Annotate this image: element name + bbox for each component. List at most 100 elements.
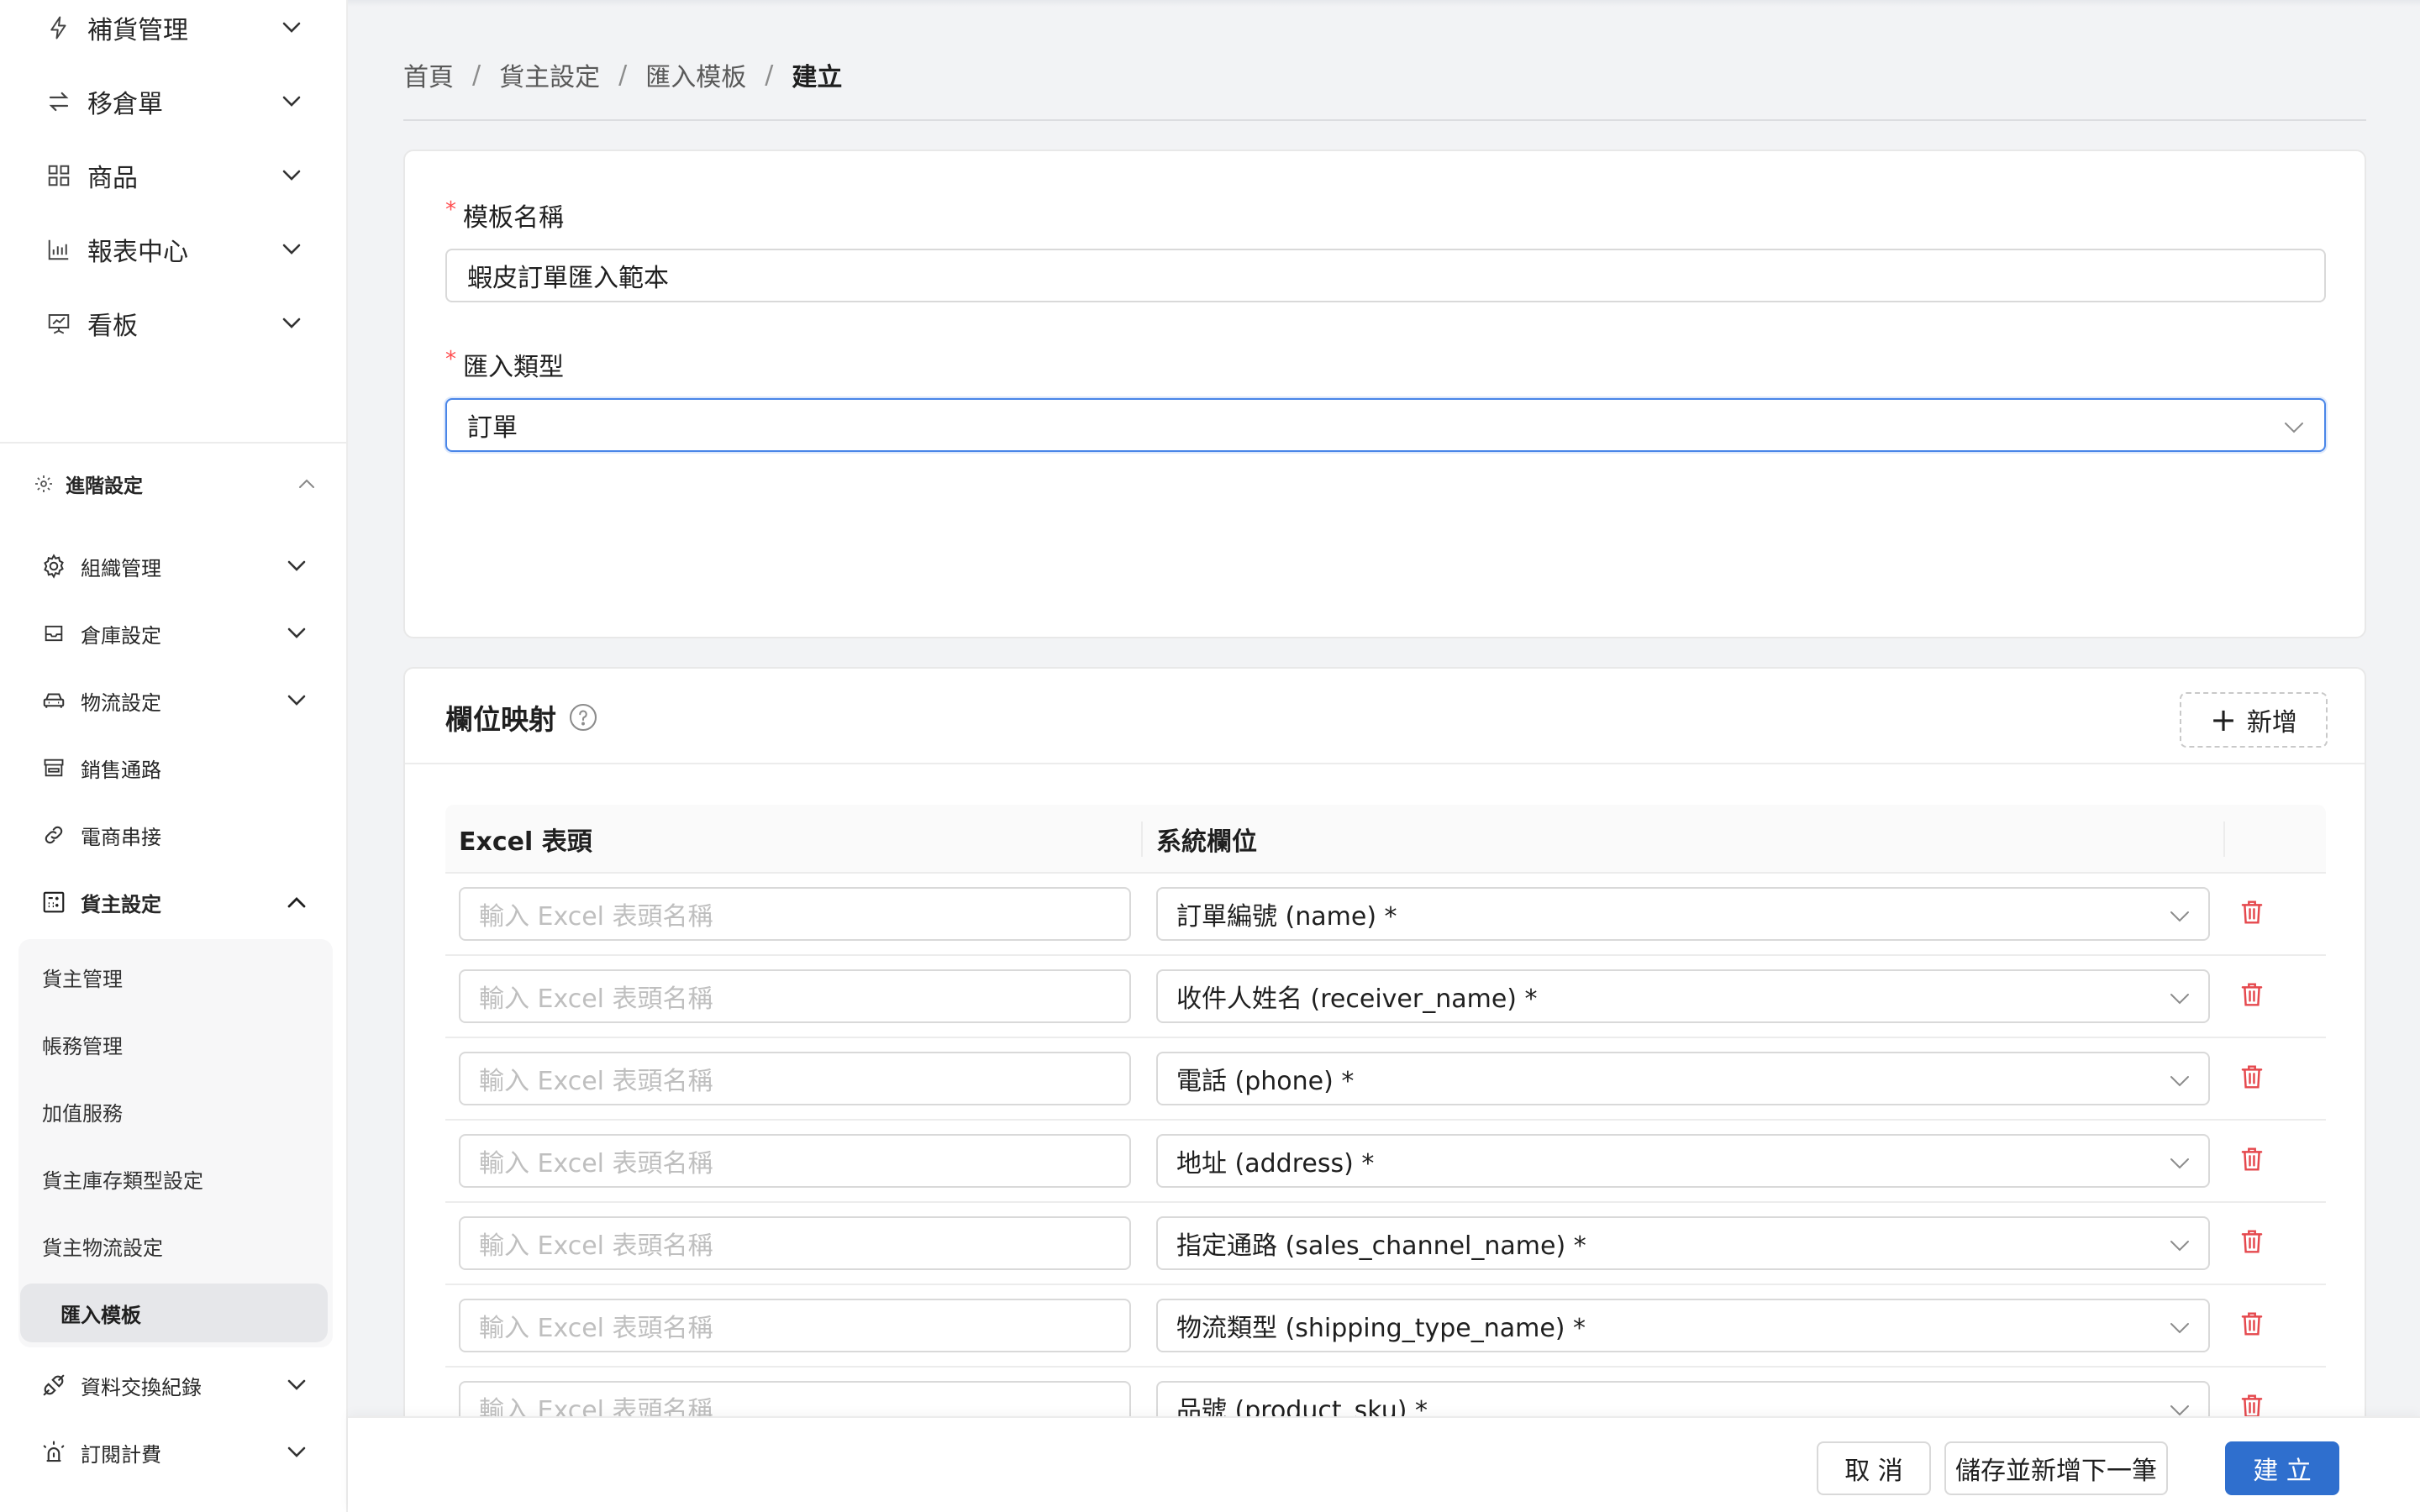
sidebar-subitem-import-templates[interactable]: 匯入模板 [20,1284,328,1342]
system-field-select[interactable]: 指定通路 (sales_channel_name) * [1156,1216,2210,1270]
table-row: 輸入 Excel 表頭名稱 訂單編號 (name) * [445,874,2326,956]
shop-icon [39,756,69,780]
column-divider [1141,822,1143,857]
import-type-select[interactable]: 訂單 [445,398,2326,452]
sidebar-item-label: 電商串接 [81,825,161,849]
sidebar-item-logistics[interactable]: 物流設定 [39,680,308,722]
breadcrumb-import-templates[interactable]: 匯入模板 [645,56,746,93]
excel-header-input[interactable]: 輸入 Excel 表頭名稱 [459,1052,1131,1105]
sidebar-item-label: 看板 [87,312,138,341]
delete-row-button[interactable] [2237,1228,2267,1258]
chevron-down-icon [281,91,302,113]
sidebar-item-label: 商品 [87,164,138,193]
sidebar-subitem-value-added[interactable]: 加值服務 [42,1082,319,1141]
breadcrumb-separator: / [618,60,628,90]
system-field-select[interactable]: 物流類型 (shipping_type_name) * [1156,1299,2210,1352]
delete-row-button[interactable] [2237,899,2267,929]
excel-header-input[interactable]: 輸入 Excel 表頭名稱 [459,1134,1131,1188]
import-type-value: 訂單 [467,413,518,443]
sidebar-item-label: 物流設定 [81,690,161,715]
chevron-down-icon [281,17,302,39]
excel-header-input[interactable]: 輸入 Excel 表頭名稱 [459,1216,1131,1270]
sidebar-item-label: 銷售通路 [81,758,161,782]
mapping-title-text: 欄位映射 [445,703,556,736]
sidebar-item-label: 貨主設定 [81,892,161,916]
delete-row-button[interactable] [2237,1310,2267,1341]
table-row: 輸入 Excel 表頭名稱 指定通路 (sales_channel_name) … [445,1203,2326,1285]
sidebar-item-label: 資料交換紀錄 [81,1375,202,1399]
breadcrumb-shipper-settings[interactable]: 貨主設定 [499,56,600,93]
system-field-value: 收件人姓名 (receiver_name) * [1176,984,1538,1014]
lightning-icon [42,15,76,40]
sidebar-item-organization[interactable]: 組織管理 [39,545,308,587]
sidebar-subitem-shipper-management[interactable]: 貨主管理 [42,948,319,1006]
link-icon [39,823,69,847]
column-header-excel: Excel 表頭 [459,827,592,857]
delete-row-button[interactable] [2237,1063,2267,1094]
system-field-value: 指定通路 (sales_channel_name) * [1176,1231,1586,1261]
sidebar: 補貨管理 移倉單 商品 報表中心 看板 進階設定 組織管理 倉庫設定 物流設定 … [0,0,348,1512]
form-action-bar: 取 消 儲存並新增下一筆 建 立 [348,1416,2420,1512]
trash-icon [2239,1310,2265,1341]
excel-header-input[interactable]: 輸入 Excel 表頭名稱 [459,1299,1131,1352]
breadcrumb: 首頁 / 貨主設定 / 匯入模板 / 建立 [403,54,842,96]
template-name-input[interactable]: 蝦皮訂單匯入範本 [445,249,2326,302]
table-row: 輸入 Excel 表頭名稱 物流類型 (shipping_type_name) … [445,1285,2326,1368]
system-field-select[interactable]: 電話 (phone) * [1156,1052,2210,1105]
mapping-title: 欄位映射 [445,694,598,741]
system-field-select[interactable]: 地址 (address) * [1156,1134,2210,1188]
grid-icon [42,163,76,188]
sidebar-item-products[interactable]: 商品 [42,150,302,201]
delete-row-button[interactable] [2237,1146,2267,1176]
chevron-down-icon [286,690,308,711]
calculator-icon [39,890,69,915]
question-circle-icon[interactable] [568,702,598,732]
plus-icon: + [2210,701,2237,738]
save-and-add-next-button[interactable]: 儲存並新增下一筆 [1944,1441,2168,1495]
add-mapping-button[interactable]: + 新增 [2180,692,2328,748]
delete-row-button[interactable] [2237,981,2267,1011]
sidebar-item-sales-channels[interactable]: 銷售通路 [39,747,308,789]
sidebar-subitem-inventory-types[interactable]: 貨主庫存類型設定 [42,1149,319,1208]
trash-icon [2239,1228,2265,1258]
presentation-icon [42,311,76,336]
system-field-select[interactable]: 訂單編號 (name) * [1156,887,2210,941]
chevron-down-icon [2170,1311,2190,1341]
required-mark: * [445,347,456,372]
section-title-label: 進階設定 [66,475,143,497]
transfer-arrows-icon [42,89,76,114]
sidebar-item-subscription[interactable]: 訂閱計費 [39,1431,308,1473]
system-field-value: 物流類型 (shipping_type_name) * [1176,1314,1586,1343]
breadcrumb-separator: / [765,60,774,90]
breadcrumb-home[interactable]: 首頁 [403,56,454,93]
car-icon [39,688,69,713]
create-button[interactable]: 建 立 [2225,1441,2339,1495]
gear-icon [39,553,69,580]
excel-header-input[interactable]: 輸入 Excel 表頭名稱 [459,969,1131,1023]
sidebar-subitem-billing[interactable]: 帳務管理 [42,1015,319,1074]
chevron-down-icon [281,165,302,186]
system-field-select[interactable]: 收件人姓名 (receiver_name) * [1156,969,2210,1023]
api-icon [39,1373,69,1398]
excel-header-input[interactable]: 輸入 Excel 表頭名稱 [459,887,1131,941]
sidebar-item-warehouse[interactable]: 倉庫設定 [39,612,308,654]
chevron-down-icon [2284,411,2304,440]
column-divider [2223,822,2225,857]
sidebar-item-data-exchange[interactable]: 資料交換紀錄 [39,1364,308,1406]
inbox-icon [39,622,69,645]
cancel-button[interactable]: 取 消 [1817,1441,1931,1495]
sidebar-item-replenishment[interactable]: 補貨管理 [42,3,302,53]
sidebar-item-transfer[interactable]: 移倉單 [42,76,302,127]
required-mark: * [445,197,456,223]
bar-chart-icon [42,237,76,262]
sidebar-item-shipper-settings[interactable]: 貨主設定 [39,881,308,923]
sidebar-section-advanced[interactable]: 進階設定 [32,467,318,501]
column-header-system: 系統欄位 [1156,827,1257,857]
breadcrumb-divider [403,119,2366,121]
sidebar-item-dashboard[interactable]: 看板 [42,298,302,349]
sidebar-item-ecommerce[interactable]: 電商串接 [39,814,308,856]
sidebar-item-reports[interactable]: 報表中心 [42,224,302,275]
sidebar-subitem-shipper-logistics[interactable]: 貨主物流設定 [42,1216,319,1275]
system-field-value: 訂單編號 (name) * [1176,902,1397,932]
chevron-down-icon [281,239,302,260]
